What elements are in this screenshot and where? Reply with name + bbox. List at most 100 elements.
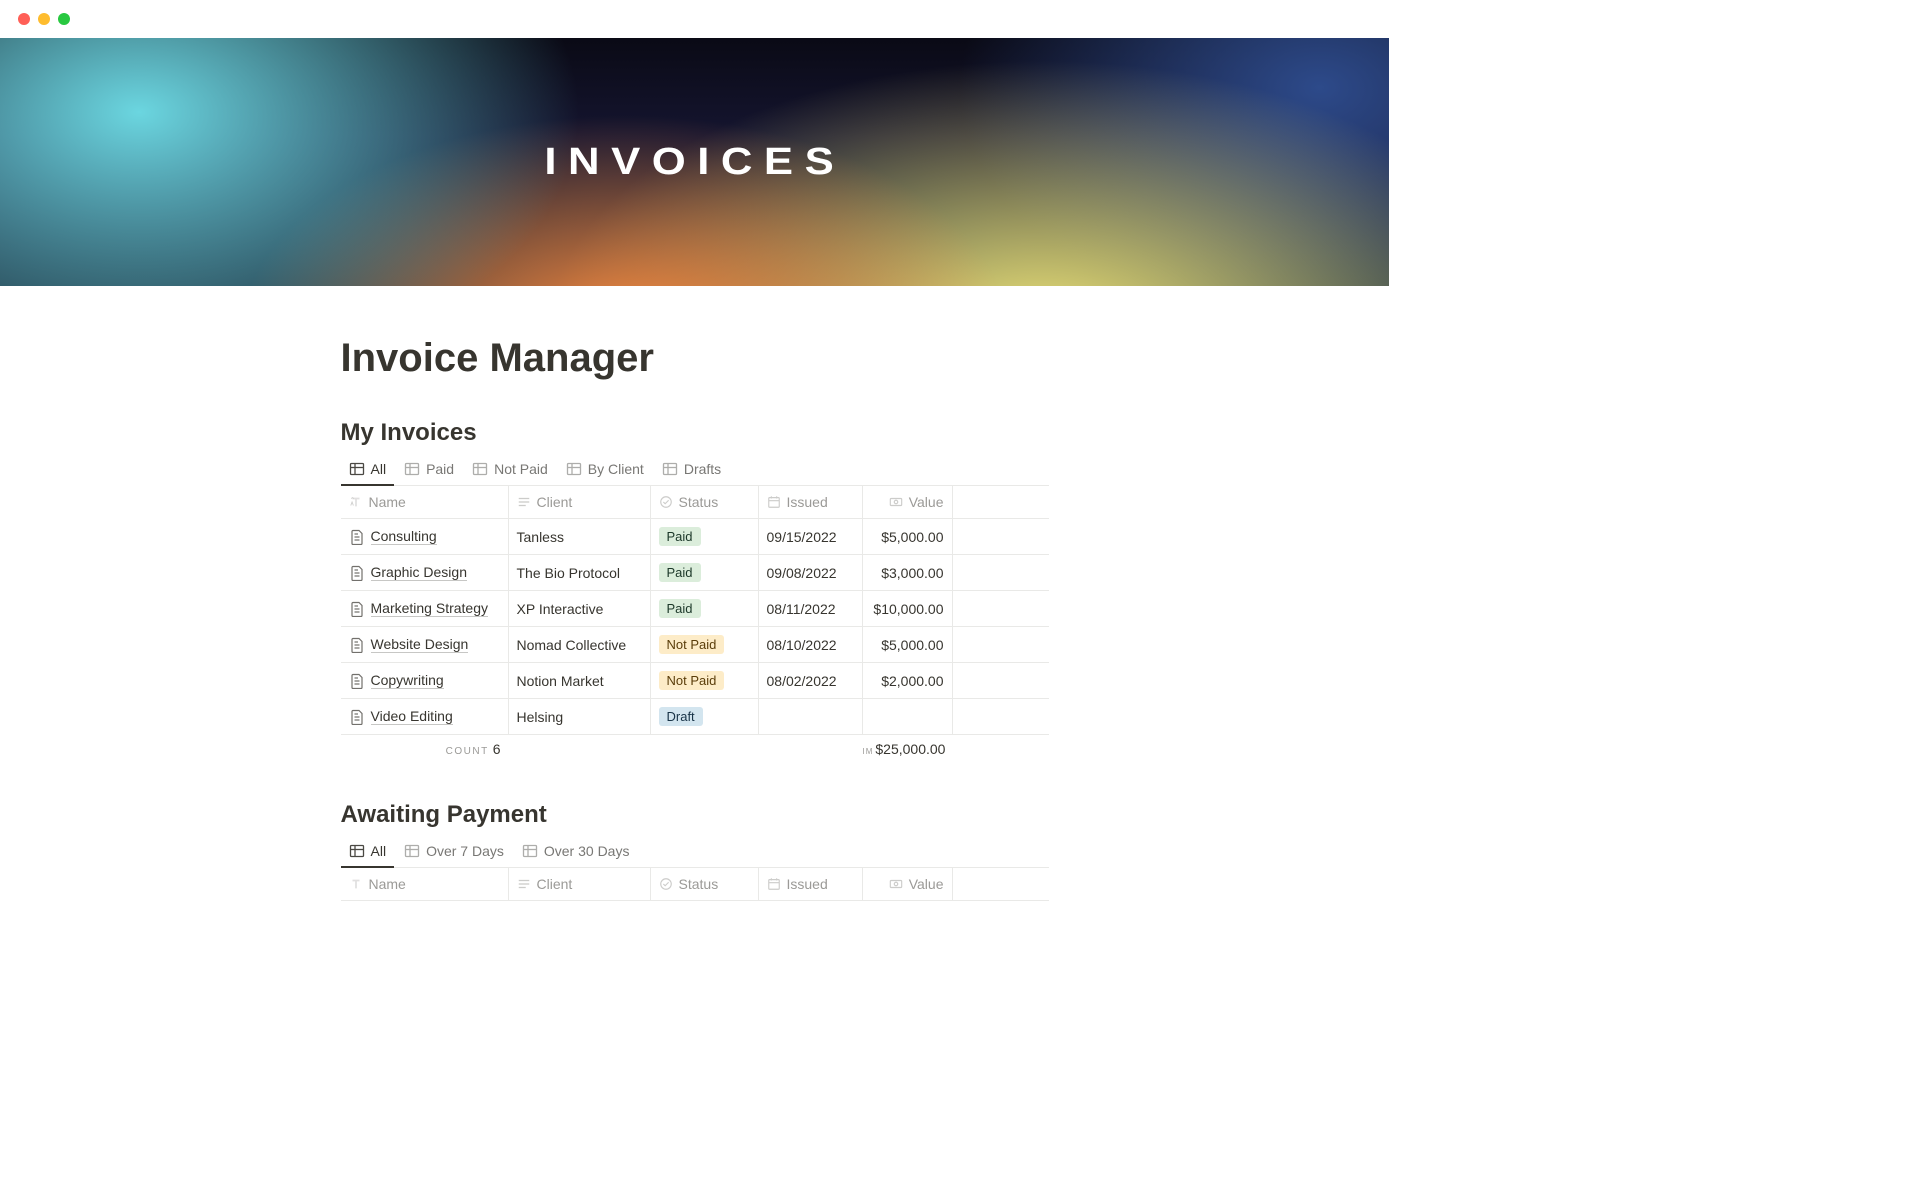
page-title: Invoice Manager <box>341 336 1049 381</box>
cell-status[interactable]: Paid <box>651 591 759 626</box>
cell-issued[interactable]: 08/11/2022 <box>759 591 863 626</box>
cell-issued[interactable]: 09/15/2022 <box>759 519 863 554</box>
cell-client[interactable]: Nomad Collective <box>509 627 651 662</box>
cell-status[interactable]: Not Paid <box>651 627 759 662</box>
status-badge: Paid <box>659 599 701 618</box>
page-icon <box>349 637 365 653</box>
table-header: Name Client Status Issued Value <box>341 486 1049 519</box>
page-cover: INVOICES <box>0 38 1389 286</box>
client-name: Nomad Collective <box>517 637 627 653</box>
column-value[interactable]: Value <box>863 868 953 900</box>
lines-icon <box>517 495 531 509</box>
sum-label: IM <box>863 747 874 756</box>
column-spacer <box>953 868 1049 900</box>
issued-date: 08/10/2022 <box>767 637 837 653</box>
table-row[interactable]: Marketing StrategyXP Interactive Paid 08/1… <box>341 591 1049 627</box>
invoice-name: Copywriting <box>371 672 444 689</box>
cell-client[interactable]: Tanless <box>509 519 651 554</box>
window-minimize-button[interactable] <box>38 13 50 25</box>
page-icon <box>349 709 365 725</box>
cell-spacer <box>953 519 1049 554</box>
value-amount: $5,000.00 <box>881 637 943 653</box>
cell-issued[interactable] <box>759 699 863 734</box>
client-name: The Bio Protocol <box>517 565 621 581</box>
window-maximize-button[interactable] <box>58 13 70 25</box>
value-amount: $2,000.00 <box>881 673 943 689</box>
tab-all-2[interactable]: All <box>341 837 395 867</box>
column-status[interactable]: Status <box>651 486 759 518</box>
cell-value[interactable]: $10,000.00 <box>863 591 953 626</box>
column-issued[interactable]: Issued <box>759 868 863 900</box>
cell-issued[interactable]: 08/10/2022 <box>759 627 863 662</box>
cell-client[interactable]: Notion Market <box>509 663 651 698</box>
status-badge: Paid <box>659 527 701 546</box>
cell-value[interactable]: $5,000.00 <box>863 627 953 662</box>
sum-value: $25,000.00 <box>875 741 945 757</box>
tab-label: Over 7 Days <box>426 843 504 859</box>
cell-status[interactable]: Not Paid <box>651 663 759 698</box>
cell-client[interactable]: XP Interactive <box>509 591 651 626</box>
cell-name[interactable]: Website Design <box>341 627 509 662</box>
count-value: 6 <box>493 741 501 757</box>
cell-value[interactable]: $2,000.00 <box>863 663 953 698</box>
awaiting-payment-table: Name Client Status Issued Value <box>341 868 1049 901</box>
table-row[interactable]: ConsultingTanless Paid 09/15/2022$5,000.00 <box>341 519 1049 555</box>
column-name[interactable]: Name <box>341 486 509 518</box>
footer-sum: IM$25,000.00 <box>863 741 953 757</box>
column-issued[interactable]: Issued <box>759 486 863 518</box>
column-client[interactable]: Client <box>509 486 651 518</box>
tab-over-30-days[interactable]: Over 30 Days <box>514 837 638 867</box>
tab-paid[interactable]: Paid <box>396 455 462 485</box>
tab-over-7-days[interactable]: Over 7 Days <box>396 837 512 867</box>
cell-spacer <box>953 699 1049 734</box>
table-icon <box>522 843 538 859</box>
count-label: COUNT <box>446 746 489 757</box>
cell-name[interactable]: Video Editing <box>341 699 509 734</box>
cell-spacer <box>953 555 1049 590</box>
table-row[interactable]: Video EditingHelsingDraft <box>341 699 1049 735</box>
cell-issued[interactable]: 08/02/2022 <box>759 663 863 698</box>
calendar-icon <box>767 495 781 509</box>
table-icon <box>349 843 365 859</box>
issued-date: 08/11/2022 <box>767 601 836 617</box>
cell-value[interactable] <box>863 699 953 734</box>
column-value[interactable]: Value <box>863 486 953 518</box>
tab-drafts[interactable]: Drafts <box>654 455 729 485</box>
status-badge: Not Paid <box>659 635 725 654</box>
window-close-button[interactable] <box>18 13 30 25</box>
table-footer: COUNT 6 IM$25,000.00 <box>341 735 1049 763</box>
cell-name[interactable]: Copywriting <box>341 663 509 698</box>
table-row[interactable]: Copywriting Notion MarketNot Paid08/02/20… <box>341 663 1049 699</box>
tab-not-paid[interactable]: Not Paid <box>464 455 556 485</box>
table-row[interactable]: Graphic Design The Bio Protocol Paid 09/08/… <box>341 555 1049 591</box>
column-label: Client <box>537 876 573 892</box>
my-invoices-table: Name Client Status Issued Value Consulti… <box>341 486 1049 763</box>
cell-name[interactable]: Marketing Strategy <box>341 591 509 626</box>
value-amount: $10,000.00 <box>873 601 943 617</box>
lines-icon <box>517 877 531 891</box>
tab-label: All <box>371 461 387 477</box>
cell-value[interactable]: $5,000.00 <box>863 519 953 554</box>
awaiting-payment-tabs: All Over 7 Days Over 30 Days <box>341 837 1049 868</box>
column-name[interactable]: Name <box>341 868 509 900</box>
cell-status[interactable]: Paid <box>651 555 759 590</box>
cell-name[interactable]: Consulting <box>341 519 509 554</box>
table-row[interactable]: Website Design Nomad Collective Not Paid 08… <box>341 627 1049 663</box>
cell-client[interactable]: Helsing <box>509 699 651 734</box>
cover-title: INVOICES <box>544 141 845 184</box>
cell-status[interactable]: Paid <box>651 519 759 554</box>
page-icon <box>349 673 365 689</box>
cell-issued[interactable]: 09/08/2022 <box>759 555 863 590</box>
tab-all[interactable]: All <box>341 455 395 485</box>
column-label: Status <box>679 876 719 892</box>
issued-date: 09/08/2022 <box>767 565 837 581</box>
my-invoices-tabs: All Paid Not Paid By Client Drafts <box>341 455 1049 486</box>
cell-value[interactable]: $3,000.00 <box>863 555 953 590</box>
cell-name[interactable]: Graphic Design <box>341 555 509 590</box>
cell-status[interactable]: Draft <box>651 699 759 734</box>
table-icon <box>349 461 365 477</box>
tab-by-client[interactable]: By Client <box>558 455 652 485</box>
column-status[interactable]: Status <box>651 868 759 900</box>
cell-client[interactable]: The Bio Protocol <box>509 555 651 590</box>
column-client[interactable]: Client <box>509 868 651 900</box>
